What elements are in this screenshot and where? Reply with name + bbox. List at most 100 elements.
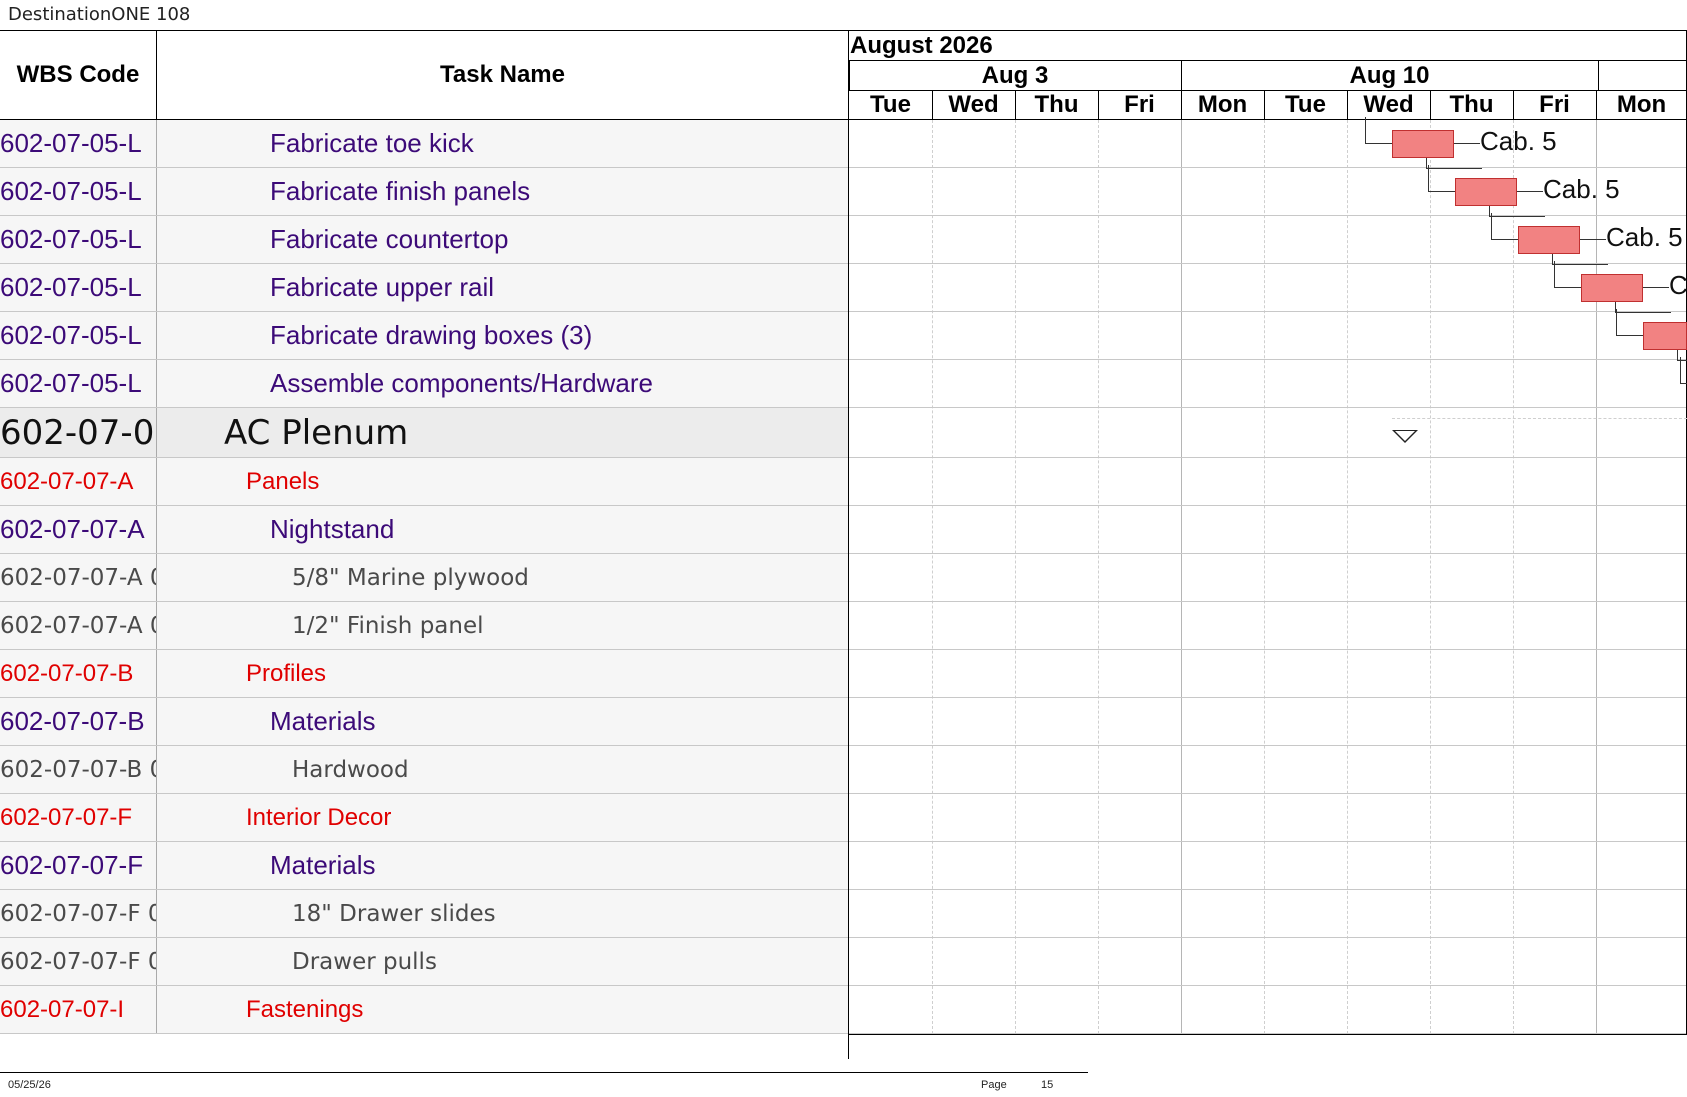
- task-bar[interactable]: [1643, 322, 1687, 350]
- timescale-divider: [849, 119, 1687, 120]
- wbs-code-cell[interactable]: 602-07-05-L: [0, 264, 157, 311]
- task-name-cell[interactable]: Panels: [246, 458, 319, 505]
- task-name-header[interactable]: Task Name: [157, 31, 848, 119]
- task-name-cell[interactable]: 5/8" Marine plywood: [292, 554, 529, 601]
- dependency-link: [1428, 191, 1455, 192]
- task-name-cell[interactable]: Fabricate countertop: [270, 216, 508, 263]
- task-name-cell[interactable]: Materials: [270, 842, 375, 889]
- wbs-code-cell[interactable]: 602-07-07-I: [0, 986, 157, 1033]
- table-row[interactable]: 602-07-07-F Materials: [0, 842, 848, 890]
- dependency-link: [1491, 239, 1518, 240]
- table-row[interactable]: 602-07-07-A 0 1/2" Finish panel: [0, 602, 848, 650]
- wbs-code-cell[interactable]: 602-07-05-L: [0, 120, 157, 167]
- task-name-cell[interactable]: Drawer pulls: [292, 938, 437, 985]
- table-row[interactable]: 602-07-07-A 0 5/8" Marine plywood: [0, 554, 848, 602]
- table-row[interactable]: 602-07-05-L Fabricate upper rail: [0, 264, 848, 312]
- dependency-link: [1552, 264, 1608, 265]
- table-row[interactable]: 602-07-05-L Fabricate toe kick: [0, 120, 848, 168]
- task-name-cell[interactable]: 18" Drawer slides: [292, 890, 496, 937]
- gantt-row-line: [849, 937, 1687, 938]
- wbs-code-cell[interactable]: 602-07-07-B: [0, 650, 157, 697]
- gantt-gridline: [1098, 120, 1099, 1034]
- summary-dashed-line: [1392, 418, 1687, 419]
- table-row[interactable]: 602-07-07 AC Plenum: [0, 408, 848, 458]
- table-row[interactable]: 602-07-07-B Materials: [0, 698, 848, 746]
- table-row[interactable]: 602-07-07-B Profiles: [0, 650, 848, 698]
- wbs-code-cell[interactable]: 602-07-07-F 0: [0, 938, 157, 985]
- wbs-code-cell[interactable]: 602-07-07-B 0: [0, 746, 157, 793]
- task-name-cell[interactable]: Fabricate toe kick: [270, 120, 474, 167]
- wbs-code-cell[interactable]: 602-07-07-A: [0, 506, 157, 553]
- wbs-code-cell[interactable]: 602-07-05-L: [0, 360, 157, 407]
- wbs-code-cell[interactable]: 602-07-07: [0, 408, 157, 457]
- wbs-code-cell[interactable]: 602-07-07-B: [0, 698, 157, 745]
- dependency-link: [1428, 165, 1429, 192]
- task-name-cell[interactable]: Materials: [270, 698, 375, 745]
- task-name-cell[interactable]: 1/2" Finish panel: [292, 602, 484, 649]
- task-name-cell[interactable]: Fabricate upper rail: [270, 264, 494, 311]
- dependency-link: [1616, 309, 1617, 336]
- dependency-link: [1554, 287, 1581, 288]
- table-row[interactable]: 602-07-05-L Fabricate finish panels: [0, 168, 848, 216]
- table-row[interactable]: 602-07-07-F 0 18" Drawer slides: [0, 890, 848, 938]
- table-row[interactable]: 602-07-05-L Assemble components/Hardware: [0, 360, 848, 408]
- gantt-row-line: [849, 841, 1687, 842]
- task-name-cell[interactable]: Hardwood: [292, 746, 409, 793]
- timescale-day: Tue: [1285, 91, 1326, 118]
- wbs-code-cell[interactable]: 602-07-07-F 0: [0, 890, 157, 937]
- task-bar[interactable]: [1392, 130, 1454, 158]
- task-name-cell[interactable]: Interior Decor: [246, 794, 391, 841]
- timescale-day-divider: [1430, 91, 1431, 119]
- task-bar[interactable]: [1518, 226, 1580, 254]
- table-row[interactable]: 602-07-07-A Nightstand: [0, 506, 848, 554]
- wbs-code-cell[interactable]: 602-07-07-A 0: [0, 602, 157, 649]
- task-name-cell[interactable]: Nightstand: [270, 506, 394, 553]
- dependency-link: [1365, 143, 1392, 144]
- dependency-link: [1677, 350, 1678, 360]
- table-row[interactable]: 602-07-07-F 0 Drawer pulls: [0, 938, 848, 986]
- task-bar-label: Cab. 5: [1543, 174, 1620, 204]
- dependency-link: [1426, 158, 1427, 168]
- gantt-gridline: [1181, 120, 1182, 1034]
- table-row[interactable]: 602-07-07-A Panels: [0, 458, 848, 506]
- timescale-day: Fri: [1539, 91, 1570, 118]
- task-name-cell[interactable]: Fabricate finish panels: [270, 168, 530, 215]
- gantt-row-line: [849, 505, 1687, 506]
- gantt-row-line: [849, 553, 1687, 554]
- timescale-day: Tue: [870, 91, 911, 118]
- wbs-code-cell[interactable]: 602-07-07-A 0: [0, 554, 157, 601]
- task-name-cell[interactable]: Fabricate drawing boxes (3): [270, 312, 592, 359]
- wbs-code-cell[interactable]: 602-07-07-F: [0, 794, 157, 841]
- timescale-week-divider: [849, 61, 850, 91]
- wbs-code-cell[interactable]: 602-07-05-L: [0, 168, 157, 215]
- label-leader: [1454, 143, 1480, 144]
- gantt-row-line: [849, 167, 1687, 168]
- task-name-cell[interactable]: Profiles: [246, 650, 326, 697]
- gantt-row-line: [849, 649, 1687, 650]
- wbs-code-header[interactable]: WBS Code: [0, 31, 157, 119]
- timescale-day-divider: [1181, 91, 1182, 119]
- wbs-code-cell[interactable]: 602-07-07-A: [0, 458, 157, 505]
- gantt-row-line: [849, 697, 1687, 698]
- footer-page-number: 15: [1041, 1079, 1054, 1091]
- wbs-code-cell[interactable]: 602-07-05-L: [0, 312, 157, 359]
- task-bar[interactable]: [1455, 178, 1517, 206]
- table-row[interactable]: 602-07-05-L Fabricate countertop: [0, 216, 848, 264]
- timescale-day-divider: [1264, 91, 1265, 119]
- task-bar[interactable]: [1581, 274, 1643, 302]
- wbs-code-cell[interactable]: 602-07-05-L: [0, 216, 157, 263]
- gantt-chart: August 2026 Aug 3 Aug 10 Tue Wed Thu Fri Mon Tu…: [849, 31, 1687, 1059]
- wbs-code-cell[interactable]: 602-07-07-F: [0, 842, 157, 889]
- task-name-cell[interactable]: Fastenings: [246, 986, 363, 1033]
- table-row[interactable]: 602-07-07-F Interior Decor: [0, 794, 848, 842]
- document-title: DestinationONE 108: [8, 4, 191, 25]
- table-row[interactable]: 602-07-07-I Fastenings: [0, 986, 848, 1034]
- table-row[interactable]: 602-07-07-B 0 Hardwood: [0, 746, 848, 794]
- dependency-link: [1489, 206, 1490, 216]
- task-name-cell[interactable]: AC Plenum: [224, 408, 408, 457]
- timescale-day: Wed: [948, 91, 999, 118]
- table-row[interactable]: 602-07-05-L Fabricate drawing boxes (3): [0, 312, 848, 360]
- gantt-row-line: [849, 359, 1687, 360]
- timescale-day-divider: [932, 91, 933, 119]
- task-name-cell[interactable]: Assemble components/Hardware: [270, 360, 653, 407]
